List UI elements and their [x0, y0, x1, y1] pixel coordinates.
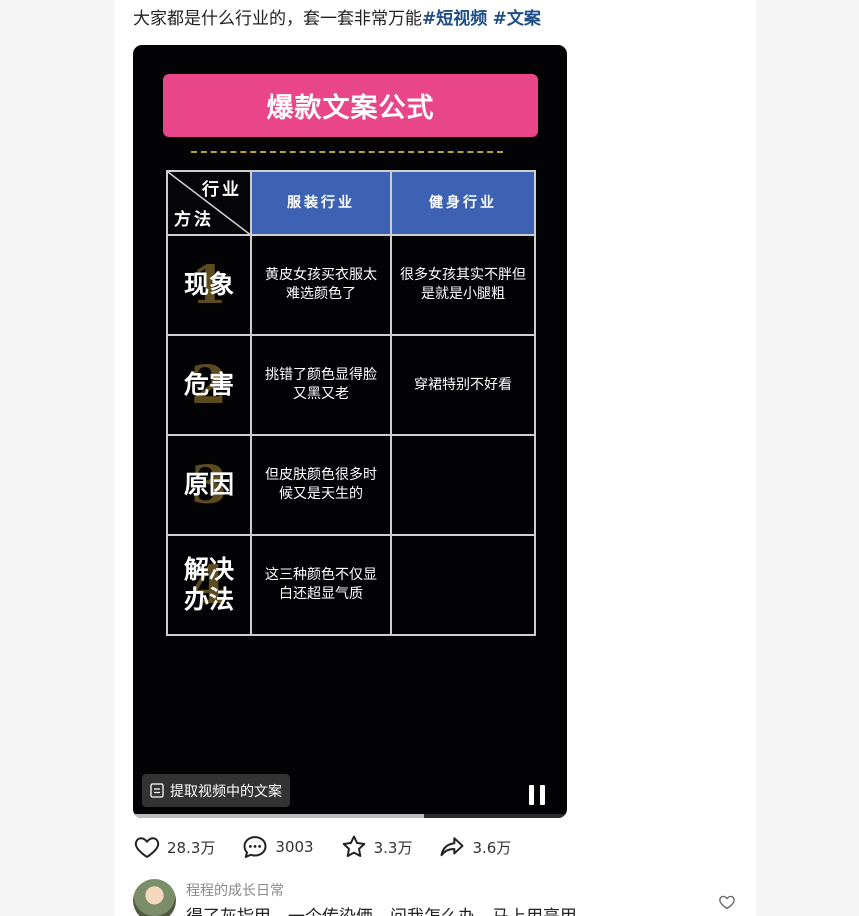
hashtag-copywriting[interactable]: #文案	[493, 9, 541, 29]
row-header: 1 现象	[166, 234, 252, 336]
video-progress-bar[interactable]	[133, 814, 567, 818]
video-progress-fill	[133, 814, 424, 818]
pause-icon[interactable]	[529, 785, 547, 805]
table-cell: 很多女孩其实不胖但是就是小腿粗	[390, 234, 536, 336]
extract-text-button[interactable]: 提取视频中的文案	[142, 774, 290, 807]
row-header: 4 解决办法	[166, 534, 252, 636]
like-count: 28.3万	[167, 838, 216, 857]
comment-text: 得了灰指甲，一个传染俩，问我怎么办，马上用亮甲	[186, 902, 577, 916]
corner-label-industry: 行业	[202, 180, 242, 200]
column-header-apparel: 服装行业	[250, 170, 392, 236]
formula-table: 行业 方法 服装行业 健身行业 1 现象 黄皮女孩买衣服太难选颜色了 很多女孩其实…	[166, 170, 536, 636]
dashed-divider	[191, 151, 503, 153]
like-button[interactable]: 28.3万	[133, 833, 215, 861]
caption-text: 大家都是什么行业的，套一套非常万能	[133, 9, 422, 29]
table-cell	[390, 534, 536, 636]
extract-text-label: 提取视频中的文案	[170, 783, 282, 800]
video-banner-title: 爆款文案公式	[163, 74, 538, 137]
comment-like-icon[interactable]	[718, 893, 736, 911]
share-count: 3.6万	[472, 838, 512, 857]
table-row: 3 原因 但皮肤颜色很多时候又是天生的	[166, 434, 536, 536]
corner-label-method: 方法	[174, 210, 214, 230]
row-header: 2 危害	[166, 334, 252, 436]
star-icon	[342, 835, 365, 857]
document-icon	[150, 783, 164, 798]
table-row: 1 现象 黄皮女孩买衣服太难选颜色了 很多女孩其实不胖但是就是小腿粗	[166, 234, 536, 336]
comment-button[interactable]: 3003	[241, 833, 314, 861]
share-icon	[440, 837, 464, 857]
table-cell: 这三种颜色不仅显白还超显气质	[250, 534, 392, 636]
table-corner-cell: 行业 方法	[166, 170, 252, 236]
comment-icon	[243, 836, 267, 858]
video-player[interactable]: 爆款文案公式 行业 方法 服装行业 健身行业 1 现象 黄皮女孩买衣服太难选颜色了…	[133, 45, 567, 818]
table-row: 4 解决办法 这三种颜色不仅显白还超显气质	[166, 534, 536, 636]
share-button[interactable]: 3.6万	[438, 833, 511, 861]
table-cell: 穿裙特别不好看	[390, 334, 536, 436]
row-header: 3 原因	[166, 434, 252, 536]
favorite-count: 3.3万	[373, 838, 413, 857]
table-cell	[390, 434, 536, 536]
table-row: 2 危害 挑错了颜色显得脸又黑又老 穿裙特别不好看	[166, 334, 536, 436]
column-header-fitness: 健身行业	[390, 170, 536, 236]
post-caption: 大家都是什么行业的，套一套非常万能#短视频 #文案	[133, 4, 541, 29]
favorite-button[interactable]: 3.3万	[340, 833, 413, 861]
comment-count: 3003	[275, 838, 314, 856]
table-cell: 黄皮女孩买衣服太难选颜色了	[250, 234, 392, 336]
comment-username[interactable]: 程程的成长日常	[186, 880, 284, 900]
heart-icon	[134, 837, 160, 858]
action-bar: 28.3万 3003 3.3万 3.6万	[133, 832, 537, 862]
comment-item: 程程的成长日常 得了灰指甲，一个传染俩，问我怎么办，马上用亮甲	[133, 879, 743, 916]
table-cell: 挑错了颜色显得脸又黑又老	[250, 334, 392, 436]
hashtag-short-video[interactable]: #短视频	[422, 9, 487, 29]
avatar[interactable]	[133, 879, 176, 916]
table-cell: 但皮肤颜色很多时候又是天生的	[250, 434, 392, 536]
